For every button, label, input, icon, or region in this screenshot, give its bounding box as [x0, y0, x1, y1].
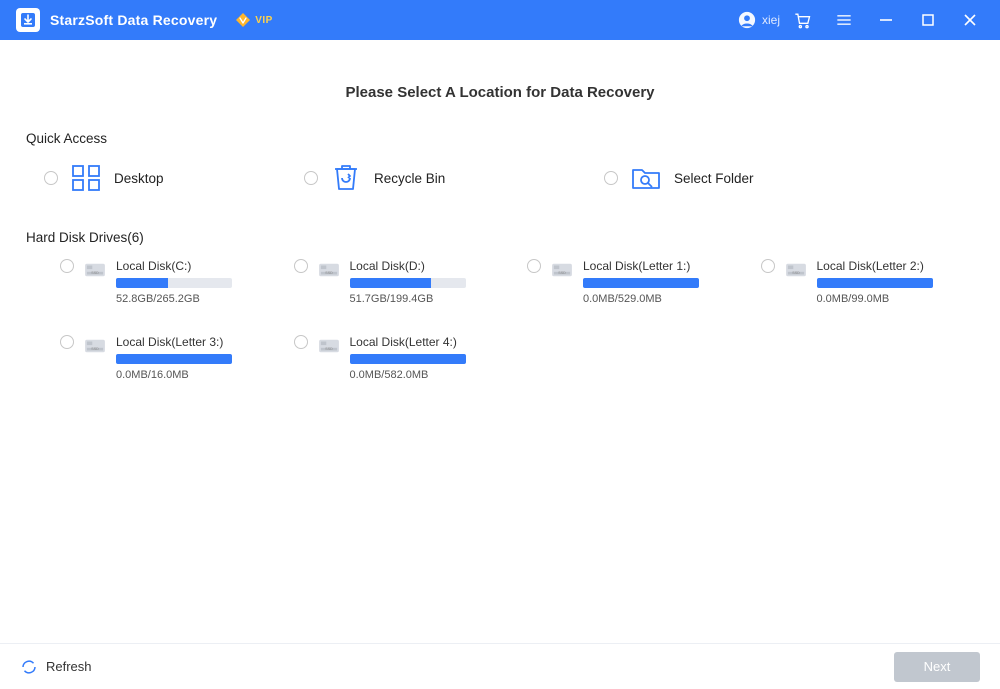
radio-drive[interactable] — [60, 259, 74, 273]
drive-item[interactable]: SSD Local Disk(Letter 1:) 0.0MB/529.0MB — [527, 259, 741, 305]
ssd-drive-icon: SSD — [84, 337, 106, 355]
drive-name: Local Disk(C:) — [116, 259, 232, 273]
radio-select-folder[interactable] — [604, 171, 618, 185]
app-title: StarzSoft Data Recovery — [50, 12, 217, 28]
refresh-button[interactable]: Refresh — [20, 658, 92, 676]
drive-usage-text: 0.0MB/582.0MB — [350, 369, 466, 381]
radio-drive[interactable] — [527, 259, 541, 273]
ssd-drive-icon: SSD — [84, 261, 106, 279]
drive-name: Local Disk(Letter 2:) — [817, 259, 933, 273]
radio-drive[interactable] — [294, 335, 308, 349]
quick-access-select-folder[interactable]: Select Folder — [604, 160, 864, 196]
vip-label: VIP — [255, 15, 273, 26]
drive-name: Local Disk(Letter 4:) — [350, 335, 466, 349]
drive-usage-text: 51.7GB/199.4GB — [350, 293, 466, 305]
drive-usage-bar — [350, 354, 466, 364]
vip-diamond-icon — [235, 12, 251, 28]
drive-usage-bar — [817, 278, 933, 288]
svg-text:SSD: SSD — [325, 271, 333, 275]
drives-section-label: Hard Disk Drives(6) — [26, 230, 974, 245]
svg-text:SSD: SSD — [91, 271, 99, 275]
user-name: xiej — [762, 13, 780, 27]
select-folder-label: Select Folder — [674, 171, 754, 186]
svg-text:SSD: SSD — [325, 347, 333, 351]
next-button[interactable]: Next — [894, 652, 980, 682]
svg-text:SSD: SSD — [792, 271, 800, 275]
drive-usage-bar — [116, 354, 232, 364]
user-avatar-icon — [738, 11, 756, 29]
drive-usage-text: 52.8GB/265.2GB — [116, 293, 232, 305]
refresh-label: Refresh — [46, 659, 92, 674]
maximize-button[interactable] — [918, 10, 938, 30]
footer-bar: Refresh Next — [0, 643, 1000, 689]
quick-access-desktop[interactable]: Desktop — [44, 160, 264, 196]
drive-name: Local Disk(Letter 3:) — [116, 335, 232, 349]
drive-name: Local Disk(Letter 1:) — [583, 259, 699, 273]
quick-access-recycle-bin[interactable]: Recycle Bin — [304, 160, 564, 196]
drive-item[interactable]: SSD Local Disk(Letter 2:) 0.0MB/99.0MB — [761, 259, 975, 305]
ssd-drive-icon: SSD — [318, 337, 340, 355]
desktop-label: Desktop — [114, 171, 164, 186]
radio-drive[interactable] — [761, 259, 775, 273]
radio-desktop[interactable] — [44, 171, 58, 185]
cart-icon[interactable] — [792, 10, 812, 30]
drive-item[interactable]: SSD Local Disk(D:) 51.7GB/199.4GB — [294, 259, 508, 305]
drive-item[interactable]: SSD Local Disk(Letter 4:) 0.0MB/582.0MB — [294, 335, 508, 381]
drive-name: Local Disk(D:) — [350, 259, 466, 273]
ssd-drive-icon: SSD — [318, 261, 340, 279]
drive-usage-text: 0.0MB/99.0MB — [817, 293, 933, 305]
user-account[interactable]: xiej — [738, 11, 780, 29]
drive-usage-text: 0.0MB/16.0MB — [116, 369, 232, 381]
window-controls — [792, 10, 980, 30]
vip-badge[interactable]: VIP — [235, 12, 273, 28]
radio-drive[interactable] — [60, 335, 74, 349]
drive-item[interactable]: SSD Local Disk(Letter 3:) 0.0MB/16.0MB — [60, 335, 274, 381]
drive-usage-bar — [583, 278, 699, 288]
select-folder-icon — [628, 160, 664, 196]
drive-item[interactable]: SSD Local Disk(C:) 52.8GB/265.2GB — [60, 259, 274, 305]
desktop-icon — [68, 160, 104, 196]
recycle-bin-label: Recycle Bin — [374, 171, 445, 186]
recycle-bin-icon — [328, 160, 364, 196]
title-bar: StarzSoft Data Recovery VIP xiej — [0, 0, 1000, 40]
drive-usage-bar — [350, 278, 466, 288]
quick-access-label: Quick Access — [26, 131, 974, 146]
svg-text:SSD: SSD — [91, 347, 99, 351]
minimize-button[interactable] — [876, 10, 896, 30]
page-heading: Please Select A Location for Data Recove… — [26, 84, 974, 101]
quick-access-row: Desktop Recycle Bin Select Folder — [26, 160, 974, 196]
main-content: Please Select A Location for Data Recove… — [0, 40, 1000, 643]
close-button[interactable] — [960, 10, 980, 30]
drives-grid: SSD Local Disk(C:) 52.8GB/265.2GB SSD Local … — [26, 259, 974, 381]
svg-text:SSD: SSD — [558, 271, 566, 275]
radio-drive[interactable] — [294, 259, 308, 273]
refresh-icon — [20, 658, 38, 676]
next-label: Next — [924, 659, 951, 674]
drive-usage-text: 0.0MB/529.0MB — [583, 293, 699, 305]
ssd-drive-icon: SSD — [785, 261, 807, 279]
ssd-drive-icon: SSD — [551, 261, 573, 279]
menu-icon[interactable] — [834, 10, 854, 30]
radio-recycle[interactable] — [304, 171, 318, 185]
app-logo — [16, 8, 40, 32]
drive-usage-bar — [116, 278, 232, 288]
